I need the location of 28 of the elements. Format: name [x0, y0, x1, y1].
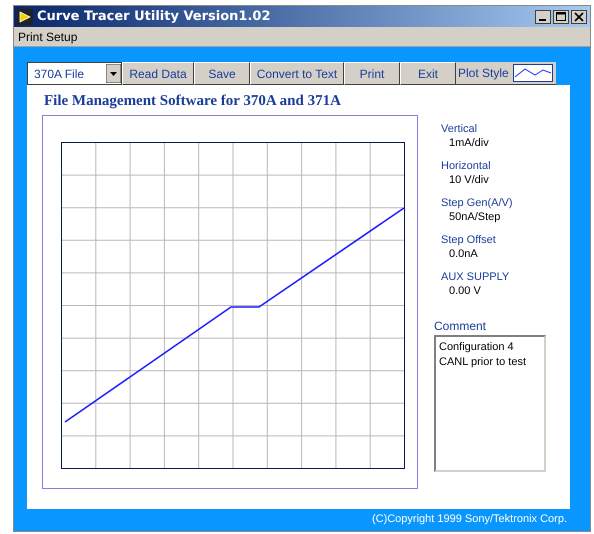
readout-value: 0.0nA	[448, 247, 479, 261]
minimize-icon[interactable]	[535, 10, 551, 24]
menu-item[interactable]: Print Setup	[18, 28, 78, 46]
plot-style-icon[interactable]	[512, 64, 553, 82]
copyright-text: (C)Copyright 1999 Sony/Tektronix Corp.	[372, 512, 567, 527]
maximize-icon[interactable]	[553, 10, 569, 24]
readout-value: 10 V/div	[448, 173, 490, 187]
readout-value: 1mA/div	[448, 136, 490, 150]
readout-label: AUX SUPPLY	[441, 270, 510, 284]
toolbar-button[interactable]: Print	[344, 62, 400, 85]
dropdown-arrow-icon[interactable]	[106, 64, 121, 83]
page-heading: File Management Software for 370A and 371A	[43, 92, 342, 111]
readout-label: Vertical	[441, 122, 478, 136]
file-dropdown[interactable]: 370A File	[27, 62, 122, 85]
close-icon[interactable]	[571, 10, 587, 24]
readout-label: Step Offset	[441, 233, 497, 247]
readout-value: 50nA/Step	[448, 210, 502, 224]
toolbar-button[interactable]: Convert to Text	[250, 62, 344, 85]
plot-style-label: Plot Style	[458, 65, 509, 82]
toolbar-button[interactable]: Save	[194, 62, 250, 85]
readout-label: Step Gen(A/V)	[441, 196, 514, 210]
comment-field[interactable]: Configuration 4 CANL prior to test	[434, 335, 546, 472]
window-title: Curve Tracer Utility Version1.02	[37, 8, 270, 26]
toolbar-button[interactable]: Exit	[400, 62, 456, 85]
readout-value: 0.00 V	[448, 284, 482, 298]
readout-label: Horizontal	[441, 159, 492, 173]
app-icon	[17, 8, 33, 24]
comment-label: Comment	[434, 318, 488, 335]
